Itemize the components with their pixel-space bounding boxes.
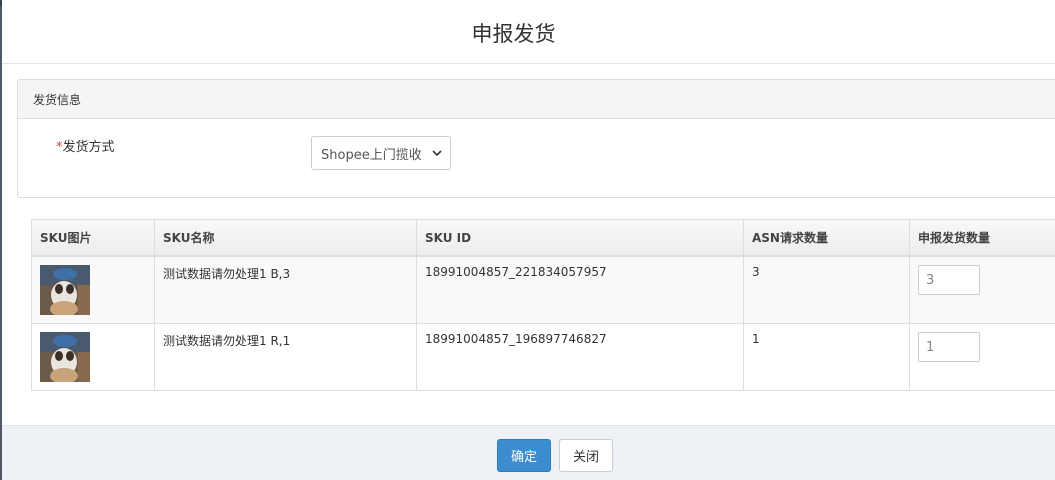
sku-id-cell: 18991004857_221834057957 [416, 255, 744, 324]
shipping-method-value: Shopee上门揽收 [321, 147, 422, 163]
confirm-button[interactable]: 确定 [497, 439, 551, 472]
asn-qty-cell: 1 [743, 323, 910, 391]
declare-qty-cell: 3 [909, 255, 1055, 324]
sku-thumbnail [40, 265, 90, 315]
panel-heading: 发货信息 [18, 80, 1055, 119]
shipping-info-panel: 发货信息 *发货方式 Shopee上门揽收 [17, 79, 1055, 198]
col-header-sku-name: SKU名称 [154, 219, 417, 257]
asn-qty-cell: 3 [743, 255, 910, 324]
declare-qty-input[interactable]: 1 [918, 332, 980, 362]
modal-header: 申报发货 [2, 0, 1055, 64]
close-button[interactable]: 关闭 [559, 439, 613, 472]
col-header-sku-id: SKU ID [416, 219, 744, 257]
modal-footer: 确定 关闭 [2, 425, 1055, 480]
sku-name-cell: 测试数据请勿处理1 R,1 [154, 323, 417, 391]
shipping-method-label-text: 发货方式 [62, 140, 115, 155]
sku-image-cell [31, 323, 155, 391]
shipping-method-select[interactable]: Shopee上门揽收 [311, 136, 451, 170]
table-row: 测试数据请勿处理1 R,1 18991004857_196897746827 1… [31, 323, 1055, 391]
sku-id-cell: 18991004857_196897746827 [416, 323, 744, 391]
table-header-row: SKU图片 SKU名称 SKU ID ASN请求数量 申报发货数量 [31, 219, 1055, 257]
col-header-asn-qty: ASN请求数量 [743, 219, 910, 257]
declare-qty-cell: 1 [909, 323, 1055, 391]
col-header-sku-image: SKU图片 [31, 219, 155, 257]
sku-table-wrap: SKU图片 SKU名称 SKU ID ASN请求数量 申报发货数量 测试数据请勿… [31, 219, 1055, 391]
declare-qty-input[interactable]: 3 [918, 265, 980, 295]
sku-image-cell [31, 255, 155, 324]
modal-title: 申报发货 [471, 22, 556, 46]
sku-thumbnail [40, 332, 90, 382]
sku-table: SKU图片 SKU名称 SKU ID ASN请求数量 申报发货数量 测试数据请勿… [31, 219, 1055, 391]
col-header-declare-qty: 申报发货数量 [909, 219, 1055, 257]
sku-name-cell: 测试数据请勿处理1 B,3 [154, 255, 417, 324]
declare-shipment-modal: 申报发货 发货信息 *发货方式 Shopee上门揽收 SKU图片 SKU名称 S… [2, 0, 1055, 480]
chevron-down-icon [432, 150, 442, 157]
table-row: 测试数据请勿处理1 B,3 18991004857_221834057957 3… [31, 255, 1055, 324]
shipping-method-label: *发货方式 [56, 136, 115, 155]
